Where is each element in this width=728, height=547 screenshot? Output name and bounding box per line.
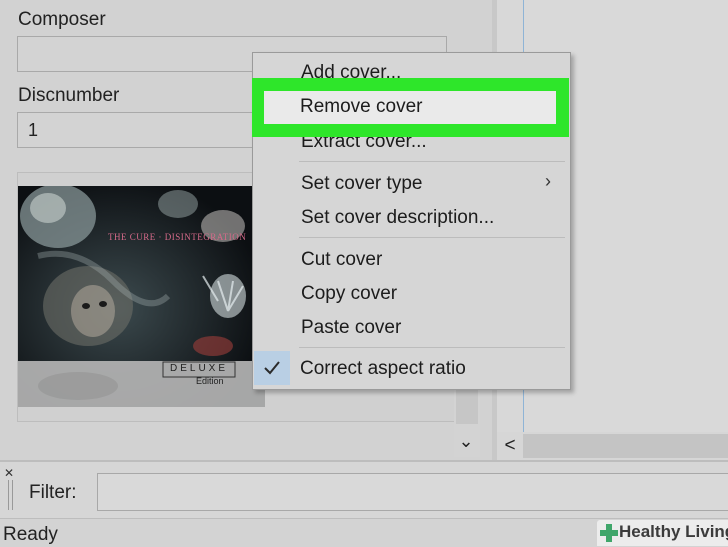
- close-filter-icon[interactable]: ✕: [4, 466, 14, 480]
- watermark-text: Healthy Living: [619, 522, 728, 541]
- menu-item-remove-cover[interactable]: Remove cover: [300, 95, 423, 119]
- menu-item-paste-cover[interactable]: Paste cover: [301, 316, 401, 340]
- toolbar-grip-icon[interactable]: [8, 480, 13, 510]
- checkmark-icon: [264, 361, 280, 375]
- edition-text: Edition: [196, 376, 224, 386]
- menu-separator: [299, 237, 565, 238]
- menu-item-copy-cover[interactable]: Copy cover: [301, 282, 397, 306]
- submenu-arrow-icon: ›: [545, 171, 551, 191]
- scroll-left-arrow-icon[interactable]: <: [500, 434, 520, 458]
- horizontal-scroll-thumb[interactable]: [523, 434, 728, 458]
- album-cover-image[interactable]: THE CURE · DISINTEGRATION DELUXE Edition: [18, 186, 265, 407]
- status-text: Ready: [3, 524, 58, 545]
- plus-cross-icon: [600, 524, 618, 542]
- filter-label: Filter:: [29, 482, 77, 503]
- menu-item-set-cover-type[interactable]: Set cover type: [301, 172, 422, 196]
- menu-separator: [299, 161, 565, 162]
- filter-input[interactable]: [97, 473, 728, 511]
- horizontal-scrollbar[interactable]: [497, 432, 728, 460]
- menu-item-set-cover-description[interactable]: Set cover description...: [301, 206, 494, 230]
- deluxe-badge: DELUXE: [169, 363, 228, 374]
- menu-item-correct-aspect-ratio[interactable]: Correct aspect ratio: [300, 357, 466, 381]
- composer-label: Composer: [18, 9, 106, 30]
- menu-separator: [299, 347, 565, 348]
- discnumber-label: Discnumber: [18, 85, 120, 106]
- menu-item-cut-cover[interactable]: Cut cover: [301, 248, 382, 272]
- watermark-badge: Healthy Living: [597, 520, 728, 546]
- scroll-down-arrow-icon[interactable]: ⌄: [456, 428, 476, 454]
- checkmark-box: [254, 351, 290, 385]
- album-title-text: THE CURE · DISINTEGRATION: [108, 232, 247, 242]
